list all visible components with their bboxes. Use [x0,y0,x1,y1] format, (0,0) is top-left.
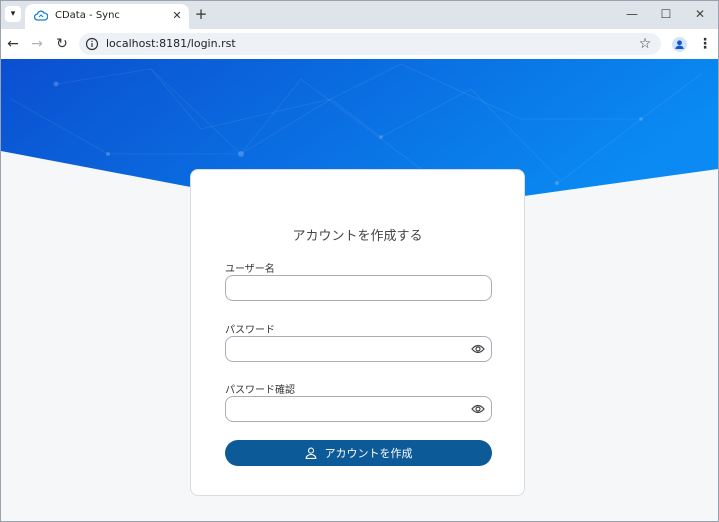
confirm-password-field-wrapper [225,396,492,422]
minimize-button[interactable]: — [619,5,645,23]
create-account-card: アカウントを作成する ユーザー名 パスワード パスワード確認 アカウントを作成 [190,169,525,496]
forward-button[interactable]: → [28,35,46,53]
kebab-icon: ⋮ [698,36,712,52]
tab-strip: ▾ CData - Sync ✕ + — ☐ ✕ [1,1,718,29]
eye-icon[interactable] [471,343,485,355]
reload-icon: ↻ [56,36,68,52]
arrow-right-icon: → [31,36,43,52]
username-input[interactable] [234,279,464,297]
eye-icon[interactable] [471,403,485,415]
maximize-button[interactable]: ☐ [653,5,679,23]
arrow-left-icon: ← [7,36,19,52]
create-account-button-label: アカウントを作成 [324,447,413,460]
create-account-button[interactable]: アカウントを作成 [225,440,492,466]
close-window-button[interactable]: ✕ [687,5,713,23]
tab-search-button[interactable]: ▾ [5,6,21,22]
new-tab-button[interactable]: + [193,6,209,22]
profile-button[interactable] [672,37,687,52]
confirm-password-input[interactable] [234,400,464,418]
close-tab-button[interactable]: ✕ [170,9,184,23]
password-input[interactable] [234,340,464,358]
username-field-wrapper [225,275,492,301]
page-content: アカウントを作成する ユーザー名 パスワード パスワード確認 アカウントを作成 [1,59,718,521]
confirm-password-label: パスワード確認 [225,385,295,396]
reload-button[interactable]: ↻ [53,35,71,53]
tab-title: CData - Sync [55,10,120,21]
browser-toolbar: ← → ↻ localhost:8181/login.rst ☆ ⋮ [1,29,718,59]
username-label: ユーザー名 [225,264,275,275]
password-label: パスワード [225,325,275,336]
chevron-down-icon: ▾ [10,9,16,19]
cloud-sync-icon [34,10,48,21]
info-icon[interactable] [85,37,99,51]
browser-window: ▾ CData - Sync ✕ + — ☐ ✕ ← → ↻ localhost… [0,0,719,522]
plus-icon: + [194,5,208,23]
menu-button[interactable]: ⋮ [698,35,712,53]
back-button[interactable]: ← [4,35,22,53]
browser-tab[interactable]: CData - Sync ✕ [25,4,189,29]
password-field-wrapper [225,336,492,362]
user-icon [305,447,316,459]
url-text: localhost:8181/login.rst [106,37,236,50]
bookmark-button[interactable]: ☆ [637,35,653,53]
form-title: アカウントを作成する [292,229,423,244]
address-bar[interactable]: localhost:8181/login.rst ☆ [79,33,661,55]
star-icon: ☆ [638,36,652,52]
close-icon: ✕ [172,9,182,22]
